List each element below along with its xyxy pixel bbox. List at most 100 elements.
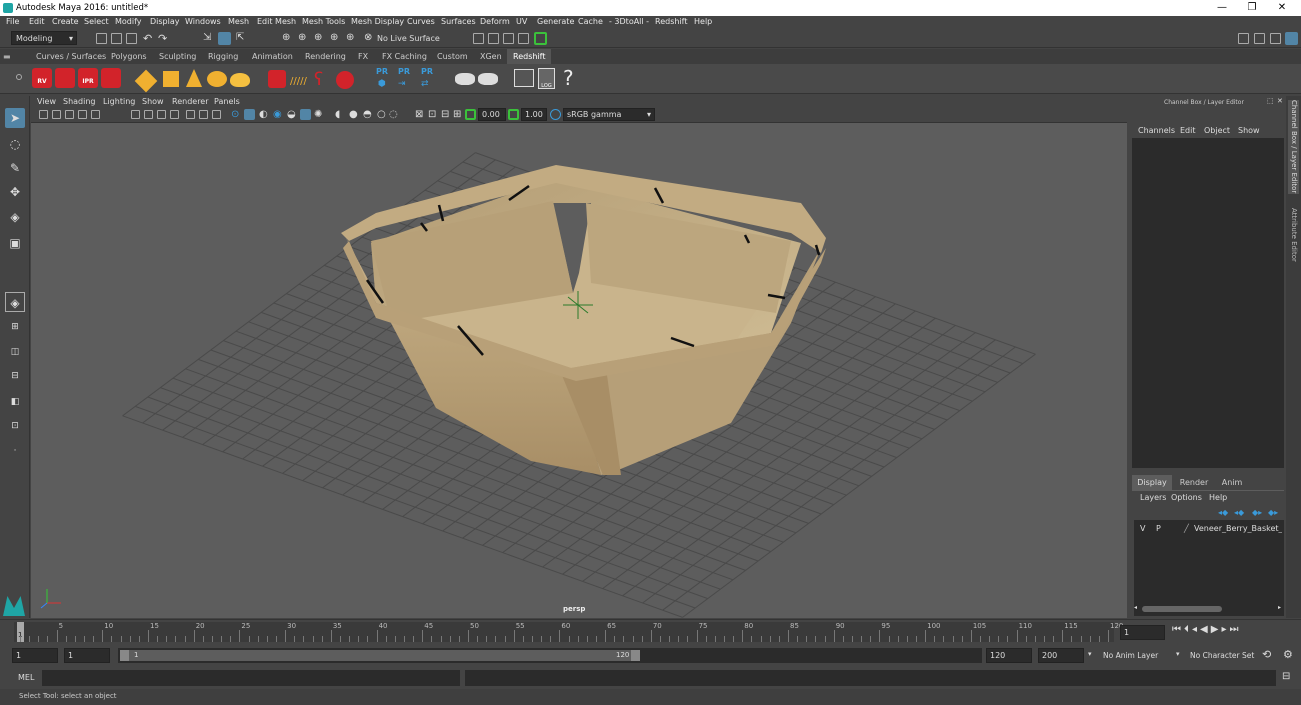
persp-outliner-layout-icon[interactable]: ◧ — [5, 392, 25, 412]
persp-graph-layout-icon[interactable]: ⊟ — [5, 366, 25, 386]
close-button[interactable]: ✕ — [1272, 2, 1292, 14]
range-track[interactable]: 1 120 — [118, 648, 982, 663]
hypershade-icon[interactable] — [534, 32, 547, 45]
shelf-options-icon[interactable] — [16, 74, 22, 80]
grid-toggle-icon[interactable] — [131, 110, 140, 119]
script-editor-button-icon[interactable]: ⊟ — [1282, 671, 1290, 682]
tab-polygons[interactable]: Polygons — [105, 49, 153, 64]
bookmark-icon[interactable] — [52, 110, 61, 119]
tab-sculpting[interactable]: Sculpting — [153, 49, 202, 64]
redshift-render-view-icon[interactable]: RV — [32, 68, 52, 88]
time-slider[interactable]: 1 5 10 15 20 25 30 35 40 45 50 55 60 65 70 75 80 85 90 95 1… — [0, 619, 1301, 644]
side-tab-attribute-editor[interactable]: Attribute Editor — [1288, 208, 1299, 268]
redshift-render-icon[interactable] — [55, 68, 75, 88]
step-back-frame-icon[interactable]: ◂ — [1192, 624, 1200, 635]
workspace-icon[interactable] — [1238, 33, 1249, 44]
four-view-layout-icon[interactable]: ⊞ — [5, 317, 25, 337]
character-set-dropdown[interactable]: No Character Set — [1190, 651, 1254, 660]
camera-lock-icon[interactable]: ⊟ — [441, 109, 449, 120]
move-tool-icon[interactable]: ✥ — [5, 182, 25, 202]
color-management-icon[interactable] — [550, 109, 561, 120]
perspective-viewport[interactable]: persp — [31, 123, 1127, 618]
tab-xgen[interactable]: XGen — [474, 49, 508, 64]
render-pass-icon[interactable] — [455, 73, 475, 85]
panel-menu-view[interactable]: View — [37, 97, 56, 106]
help-icon[interactable]: ? — [563, 66, 574, 90]
menu-create[interactable]: Create — [52, 17, 79, 26]
depth-of-field-icon[interactable]: ◓ — [363, 109, 372, 120]
toggle-panel-icon[interactable] — [1254, 33, 1265, 44]
undo-icon[interactable]: ↶ — [143, 32, 152, 45]
panel-menu-shading[interactable]: Shading — [63, 97, 96, 106]
xray-icon[interactable]: ○ — [377, 109, 386, 120]
ipr-render-icon[interactable] — [503, 33, 514, 44]
anim-layer-dropdown[interactable]: No Anim Layer — [1103, 651, 1158, 660]
select-tool-icon[interactable]: ➤ — [5, 108, 25, 128]
float-panel-icon[interactable]: ⬚ — [1267, 97, 1274, 105]
redshift-hair-icon[interactable]: ʕ — [314, 69, 323, 90]
save-scene-icon[interactable] — [126, 33, 137, 44]
menu-3dtoall[interactable]: - 3DtoAll - — [609, 17, 649, 26]
current-frame-field[interactable]: 1 — [1120, 625, 1165, 640]
script-editor-icon[interactable] — [514, 69, 534, 87]
range-bar[interactable]: 1 120 — [120, 650, 640, 661]
gamma-icon[interactable] — [508, 109, 519, 120]
panel-menu-lighting[interactable]: Lighting — [103, 97, 135, 106]
menu-help[interactable]: Help — [694, 17, 712, 26]
shelf-menu-icon[interactable]: ▬ — [3, 49, 11, 64]
cb-edit-menu[interactable]: Edit — [1180, 126, 1196, 135]
tab-animation[interactable]: Animation — [246, 49, 299, 64]
tab-fx-caching[interactable]: FX Caching — [376, 49, 433, 64]
playback-end-field[interactable]: 120 — [986, 648, 1032, 663]
mode-dropdown[interactable]: Modeling ▾ — [11, 31, 77, 45]
redshift-light-icon[interactable] — [134, 69, 158, 93]
menu-edit[interactable]: Edit — [29, 17, 45, 26]
channel-box-toggle-icon[interactable] — [1270, 33, 1281, 44]
snap-point-icon[interactable]: ⊕ — [314, 32, 322, 43]
gate-mask-icon[interactable] — [170, 110, 179, 119]
layer-visibility[interactable]: V — [1140, 524, 1145, 533]
redshift-material-icon[interactable] — [336, 71, 354, 89]
redshift-spot-light-icon[interactable] — [186, 69, 202, 87]
single-perspective-layout-icon[interactable]: ◈ — [5, 292, 25, 312]
side-tab-channel-box[interactable]: Channel Box / Layer Editor — [1288, 100, 1299, 194]
outliner-layout-icon[interactable]: ⊡ — [5, 416, 25, 436]
antialiasing-icon[interactable]: ● — [349, 109, 358, 120]
move-layer-up-icon[interactable]: ◂◆ — [1218, 508, 1228, 517]
smooth-shade-icon[interactable] — [244, 109, 255, 120]
playback-start-field[interactable]: 1 — [64, 648, 110, 663]
menu-windows[interactable]: Windows — [185, 17, 221, 26]
tab-custom[interactable]: Custom — [431, 49, 474, 64]
render-layer-icon[interactable] — [478, 73, 498, 85]
layer-tab-display[interactable]: Display — [1132, 475, 1172, 490]
mel-label[interactable]: MEL — [18, 673, 34, 682]
menu-select[interactable]: Select — [84, 17, 109, 26]
use-all-lights-icon[interactable]: ◒ — [287, 109, 296, 120]
menu-mesh-display[interactable]: Mesh Display — [351, 17, 404, 26]
menu-display[interactable]: Display — [150, 17, 180, 26]
tab-curves-surfaces[interactable]: Curves / Surfaces — [30, 49, 112, 64]
menu-redshift[interactable]: Redshift — [655, 17, 687, 26]
shadows-icon[interactable] — [300, 109, 311, 120]
cb-show-menu[interactable]: Show — [1238, 126, 1260, 135]
side-by-side-layout-icon[interactable]: ◫ — [5, 342, 25, 362]
tab-redshift[interactable]: Redshift — [507, 49, 552, 64]
command-input[interactable] — [42, 670, 460, 686]
new-layer-selected-icon[interactable]: ◆▸ — [1268, 508, 1278, 517]
log-icon[interactable]: LOG — [538, 68, 555, 89]
field-chart-icon[interactable] — [186, 110, 195, 119]
menu-generate[interactable]: Generate — [537, 17, 574, 26]
snap-surface-icon[interactable]: ⊕ — [346, 32, 354, 43]
exposure-field[interactable]: 0.00 — [478, 108, 506, 121]
layers-menu[interactable]: Layers — [1140, 493, 1166, 502]
start-time-field[interactable]: 1 — [12, 648, 58, 663]
redshift-volume-icon[interactable]: ///// — [290, 76, 307, 87]
menu-file[interactable]: File — [6, 17, 19, 26]
select-hierarchy-icon[interactable]: ⇲ — [203, 32, 211, 43]
go-to-end-icon[interactable]: ⏭ — [1229, 624, 1241, 635]
grease-pencil-icon[interactable] — [91, 110, 100, 119]
layer-tab-render[interactable]: Render — [1174, 475, 1214, 490]
render-settings-icon[interactable] — [518, 33, 529, 44]
resolution-gate-icon[interactable] — [157, 110, 166, 119]
gamma-field[interactable]: 1.00 — [521, 108, 547, 121]
